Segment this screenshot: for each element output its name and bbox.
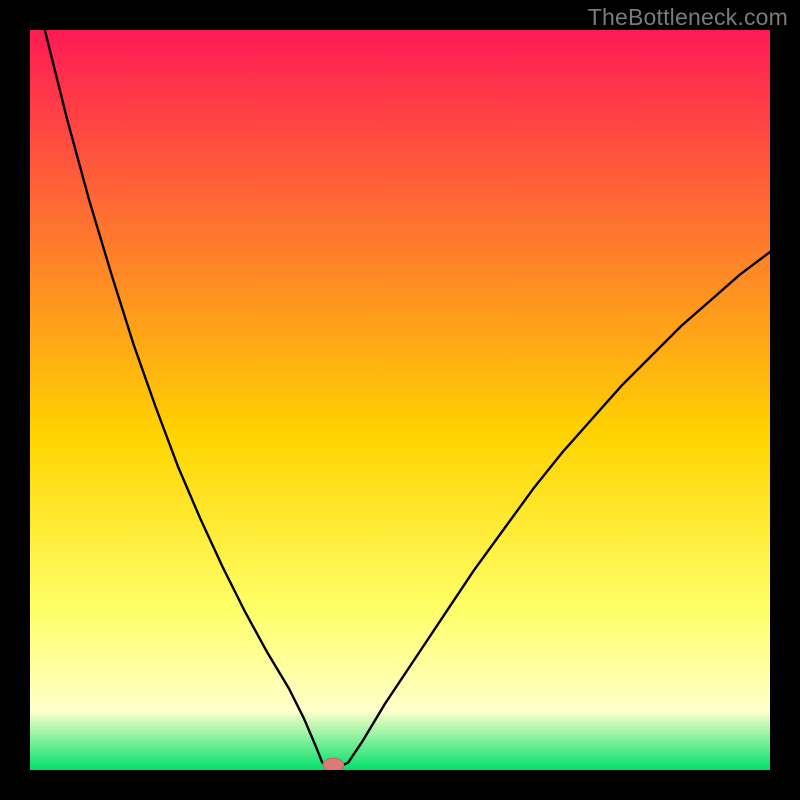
plot-frame	[30, 30, 770, 770]
minimum-marker	[323, 758, 344, 770]
bottleneck-chart	[30, 30, 770, 770]
gradient-background	[30, 30, 770, 770]
watermark-text: TheBottleneck.com	[588, 4, 788, 31]
